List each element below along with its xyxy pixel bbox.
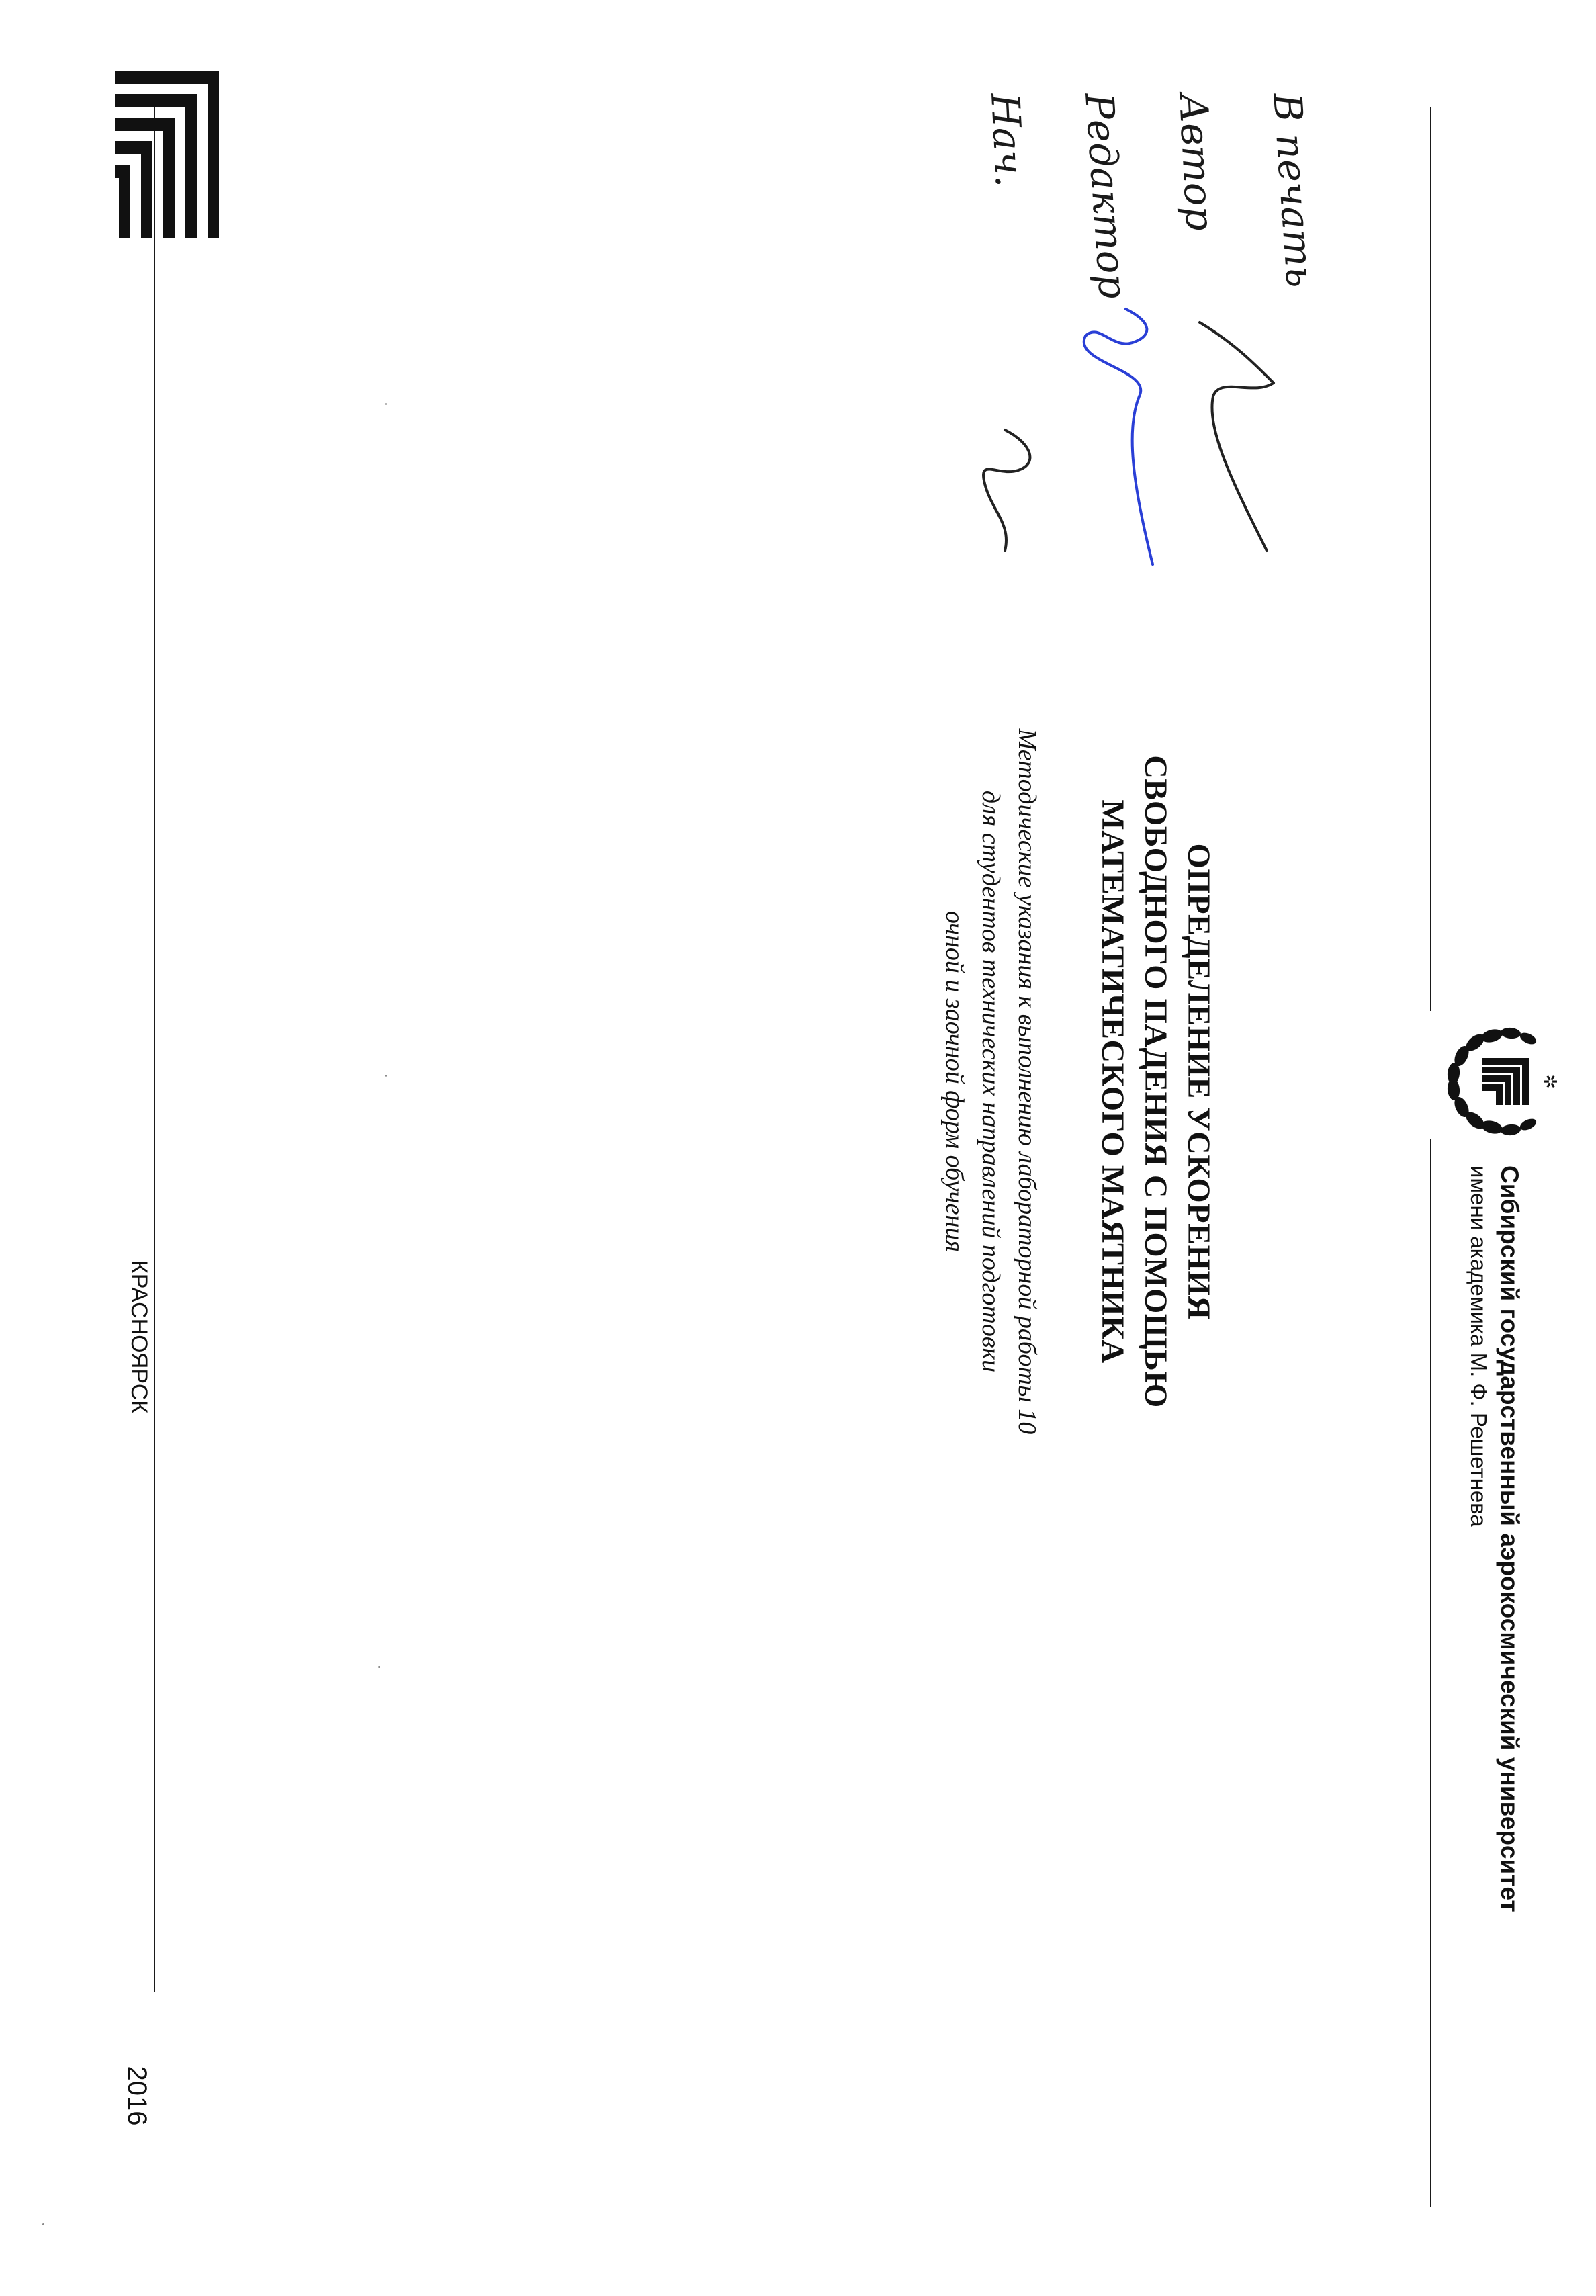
bottom-rule [154, 107, 155, 1992]
scan-speck [385, 403, 387, 405]
document-title: ОПРЕДЕЛЕНИЕ УСКОРЕНИЯ СВОБОДНОГО ПАДЕНИЯ… [1091, 725, 1220, 1438]
university-subtitle: имени академика М. Ф. Решетнева [1466, 1165, 1491, 1527]
title-line-1: ОПРЕДЕЛЕНИЕ УСКОРЕНИЯ [1181, 843, 1216, 1320]
top-rule-right [1430, 1139, 1431, 2207]
title-line-2: СВОБОДНОГО ПАДЕНИЯ С ПОМОЩЬЮ [1138, 755, 1173, 1408]
year-label: 2016 [122, 2066, 152, 2126]
signature-editor [1082, 308, 1154, 566]
scan-speck [378, 1666, 380, 1668]
handwritten-approval-notes: В печать Автор Редактор Нач. [982, 89, 1323, 566]
handwritten-line-1: В печать [1264, 91, 1323, 289]
university-logo-mark-icon [112, 57, 222, 252]
signature-author [1198, 321, 1275, 552]
top-rule-left [1430, 107, 1431, 1011]
city-label: КРАСНОЯРСК [126, 1260, 152, 1414]
university-header: Сибирский государственный аэрокосмически… [1464, 1165, 1525, 2240]
university-name: Сибирский государственный аэрокосмически… [1496, 1165, 1523, 1912]
handwritten-line-4: Нач. [982, 91, 1032, 188]
university-emblem-icon: ✲ [1445, 1021, 1566, 1142]
handwritten-line-2: Автор [1170, 89, 1223, 232]
scan-speck [385, 1075, 387, 1077]
title-line-3: МАТЕМАТИЧЕСКОГО МАЯТНИКА [1095, 799, 1130, 1364]
signature-head [982, 429, 1032, 552]
svg-text:✲: ✲ [1540, 1074, 1560, 1089]
document-page: ✲ Сибирский государственный аэрокосмичес… [0, 0, 1596, 2296]
scan-speck [42, 2223, 44, 2225]
handwritten-line-3: Редактор [1076, 91, 1136, 300]
